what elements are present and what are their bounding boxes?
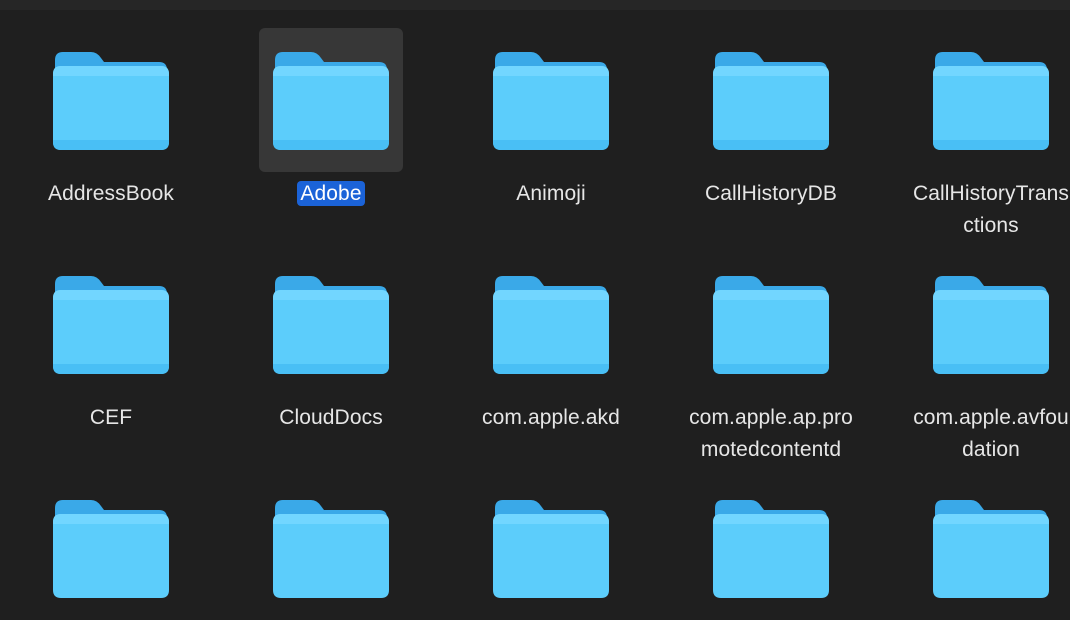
folder-label: com.apple.akd <box>482 406 620 429</box>
folder-icon <box>39 28 183 172</box>
folder-icon <box>259 476 403 620</box>
folder-item-callhistorytransactions[interactable]: CallHistoryTrans ctions <box>891 28 1070 242</box>
folder-label: com.apple.ap.pro motedcontentd <box>689 406 853 461</box>
folder-item-adobe[interactable]: Adobe <box>231 28 431 210</box>
folder-item-addressbook[interactable]: AddressBook <box>11 28 211 210</box>
folder-item-com-apple-ap-promotedcontentd[interactable]: com.apple.ap.pro motedcontentd <box>671 252 871 466</box>
folder-label: AddressBook <box>47 182 174 205</box>
folder-label: Animoji <box>516 182 586 205</box>
folder-icon <box>479 28 623 172</box>
file-grid: AddressBook Adobe Animoji CallHistoryDB … <box>0 0 1070 598</box>
folder-icon <box>39 476 183 620</box>
folder-item-callhistorydb[interactable]: CallHistoryDB <box>671 28 871 210</box>
folder-label: CallHistoryTrans ctions <box>912 182 1069 237</box>
folder-item-animoji[interactable]: Animoji <box>451 28 651 210</box>
folder-icon <box>479 476 623 620</box>
folder-item-row3-1[interactable] <box>11 476 211 620</box>
folder-label-selected: Adobe <box>231 178 431 210</box>
folder-icon <box>919 28 1063 172</box>
folder-icon <box>699 28 843 172</box>
folder-item-com-apple-akd[interactable]: com.apple.akd <box>451 252 651 434</box>
folder-item-row3-3[interactable] <box>451 476 651 620</box>
folder-label: CloudDocs <box>279 406 383 429</box>
folder-icon <box>479 252 623 396</box>
folder-icon <box>919 252 1063 396</box>
folder-item-row3-4[interactable] <box>671 476 871 620</box>
folder-item-row3-5[interactable] <box>891 476 1070 620</box>
folder-item-com-apple-avfoundation[interactable]: com.apple.avfou dation <box>891 252 1070 466</box>
folder-label: CallHistoryDB <box>705 182 837 205</box>
folder-icon <box>39 252 183 396</box>
folder-icon <box>699 476 843 620</box>
folder-label: CEF <box>89 406 133 429</box>
folder-icon <box>919 476 1063 620</box>
folder-item-row3-2[interactable] <box>231 476 431 620</box>
folder-label: com.apple.avfou dation <box>913 406 1069 461</box>
folder-item-clouddocs[interactable]: CloudDocs <box>231 252 431 434</box>
folder-icon-selected <box>259 28 403 172</box>
folder-item-cef[interactable]: CEF <box>11 252 211 434</box>
folder-icon <box>699 252 843 396</box>
folder-icon <box>259 252 403 396</box>
